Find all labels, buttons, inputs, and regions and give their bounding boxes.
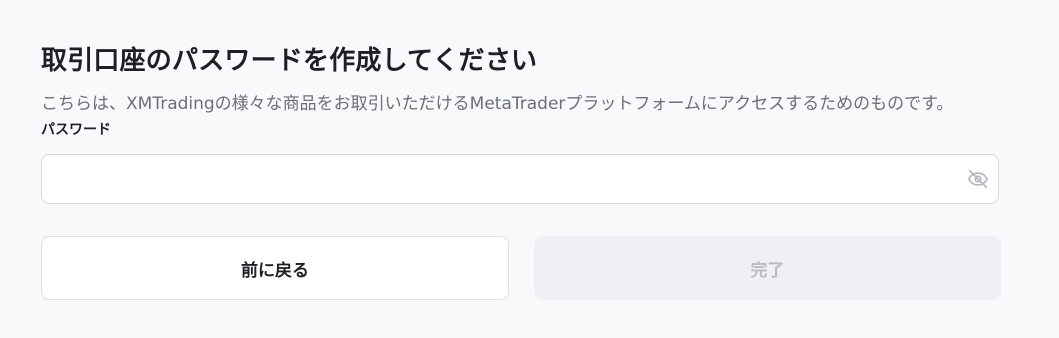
password-field-label: パスワード bbox=[41, 122, 111, 138]
page-description: こちらは、XMTradingの様々な商品をお取引いただけるMetaTraderプ… bbox=[41, 94, 954, 114]
password-field-container bbox=[41, 154, 999, 204]
password-input[interactable] bbox=[42, 155, 942, 203]
page-title: 取引口座のパスワードを作成してください bbox=[41, 46, 538, 77]
done-button[interactable]: 完了 bbox=[534, 236, 1001, 300]
eye-off-icon[interactable] bbox=[966, 167, 990, 191]
back-button[interactable]: 前に戻る bbox=[41, 236, 509, 300]
